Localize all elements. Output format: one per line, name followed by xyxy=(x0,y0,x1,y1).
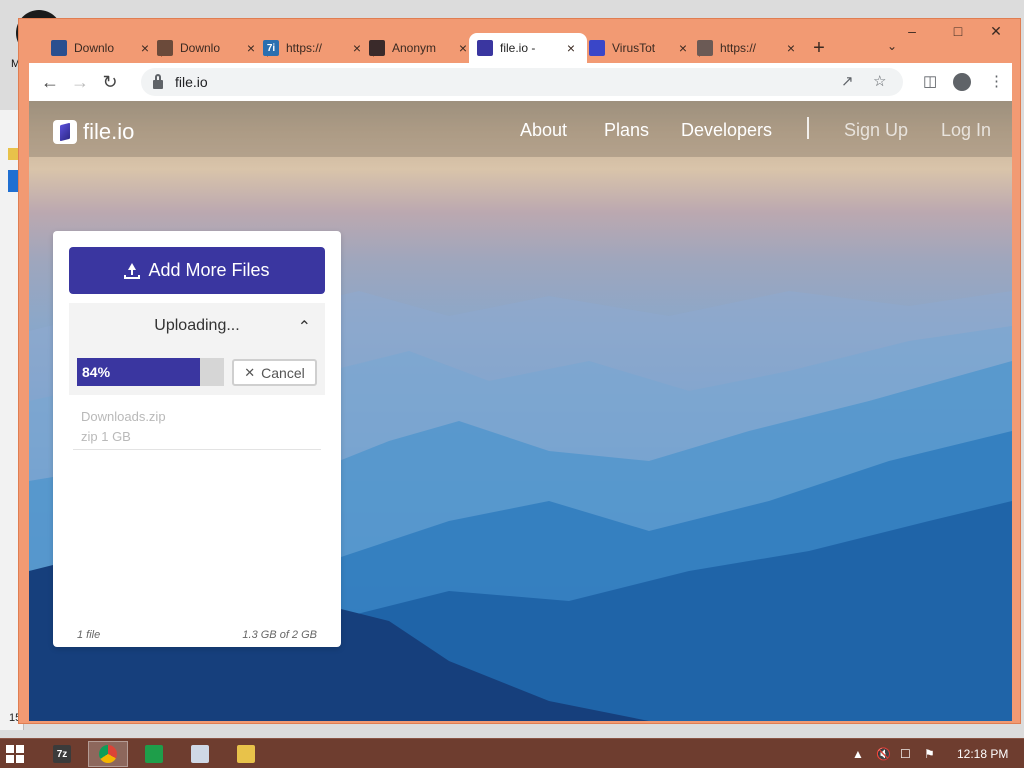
tab-title: https:// xyxy=(720,41,757,55)
tab-title: Downlo xyxy=(180,41,221,55)
upload-progress-bar: 84% xyxy=(77,358,224,386)
action-center-icon[interactable]: ⚑ xyxy=(924,747,935,761)
browser-toolbar: ← → ↻ file.io ↗ ☆ ◫ ⋮ xyxy=(29,63,1012,101)
windows-start-icon[interactable] xyxy=(6,745,24,763)
shield-app-taskbar-icon[interactable] xyxy=(134,741,174,767)
tab-title: VirusTot xyxy=(612,41,656,55)
site-header: file.io About Plans Developers Sign Up L… xyxy=(29,101,1012,157)
notepad-taskbar-icon[interactable] xyxy=(180,741,220,767)
tab-title: https:// xyxy=(286,41,323,55)
shield-app-glyph xyxy=(145,745,163,763)
browser-tab[interactable]: Downlo × xyxy=(43,33,161,63)
nav-developers-link[interactable]: Developers xyxy=(681,120,772,141)
file-count: 1 file xyxy=(77,629,101,641)
upload-icon xyxy=(124,262,141,279)
log-in-link[interactable]: Log In xyxy=(941,120,991,141)
back-arrow-icon[interactable]: ← xyxy=(35,72,65,93)
lock-icon xyxy=(153,73,163,89)
globe-icon xyxy=(697,40,713,56)
add-more-files-label: Add More Files xyxy=(148,260,270,280)
tray-overflow-icon[interactable]: ▲ xyxy=(852,747,864,761)
notepad-glyph xyxy=(191,745,209,763)
new-tab-button[interactable]: + xyxy=(809,37,829,60)
file-meta: zip 1 GB xyxy=(81,429,131,444)
nav-plans-link[interactable]: Plans xyxy=(604,120,649,141)
fileio-logo[interactable]: file.io xyxy=(53,119,134,145)
tab-close-icon[interactable]: × xyxy=(783,40,799,56)
download-page-icon xyxy=(51,40,67,56)
tab-title: file.io - xyxy=(500,41,536,55)
browser-tab[interactable]: Anonym × xyxy=(361,33,479,63)
reload-icon[interactable]: ↻ xyxy=(95,72,125,93)
7zip-glyph: 7z xyxy=(53,745,71,763)
7zip-taskbar-icon[interactable]: 7z xyxy=(42,741,82,767)
browser-window: + ⌄ – □ ✕ Downlo × Downlo × 7i https://× Anony… xyxy=(18,18,1021,724)
upload-status-text: Uploading... xyxy=(154,317,240,334)
7zip-icon: 7i xyxy=(263,40,279,56)
file-name: Downloads.zip xyxy=(81,409,166,424)
browser-tab[interactable]: Downlo × xyxy=(149,33,267,63)
tab-search-icon[interactable]: ⌄ xyxy=(887,39,897,53)
browser-tab[interactable]: 7i https://× xyxy=(255,33,373,63)
side-panel-icon[interactable]: ◫ xyxy=(923,72,937,90)
web-page: file.io About Plans Developers Sign Up L… xyxy=(29,101,1012,721)
nav-divider xyxy=(807,117,809,139)
tab-close-icon[interactable]: × xyxy=(563,40,579,56)
address-bar[interactable]: file.io ↗ ☆ xyxy=(141,68,903,96)
url-text: file.io xyxy=(175,74,208,90)
fileio-logo-icon xyxy=(53,120,77,144)
forward-arrow-icon[interactable]: → xyxy=(65,72,95,93)
clock[interactable]: 12:18 PM xyxy=(957,747,1008,761)
profile-icon[interactable] xyxy=(953,73,971,91)
chrome-glyph xyxy=(99,745,117,763)
browser-tab[interactable]: https:// × xyxy=(689,33,807,63)
upload-panel: Add More Files Uploading... ⌃ 84% ✕ Canc… xyxy=(53,231,341,647)
cancel-upload-button[interactable]: ✕ Cancel xyxy=(232,359,317,386)
browser-tab[interactable]: file.io - × xyxy=(469,33,587,63)
maximize-button[interactable]: □ xyxy=(943,23,973,39)
close-window-button[interactable]: ✕ xyxy=(981,23,1011,40)
minimize-button[interactable]: – xyxy=(897,23,927,39)
logo-text: file.io xyxy=(83,119,135,144)
sign-up-link[interactable]: Sign Up xyxy=(844,120,908,141)
tab-strip: + ⌄ – □ ✕ Downlo × Downlo × 7i https://× Anony… xyxy=(19,19,1020,63)
add-more-files-button[interactable]: Add More Files xyxy=(69,247,325,294)
tab-title: Anonym xyxy=(392,41,437,55)
file-divider xyxy=(73,449,321,450)
storage-usage: 1.3 GB of 2 GB xyxy=(242,629,317,641)
network-icon[interactable]: ☐ xyxy=(900,747,911,761)
cancel-label: Cancel xyxy=(261,364,305,381)
menu-kebab-icon[interactable]: ⋮ xyxy=(989,72,1004,90)
taskbar: 7z ▲ 🔇 ☐ ⚑ 12:18 PM xyxy=(0,738,1024,768)
anonymous-icon xyxy=(369,40,385,56)
bookmark-star-icon[interactable]: ☆ xyxy=(873,72,886,90)
chevron-up-icon[interactable]: ⌃ xyxy=(298,317,311,337)
nav-about-link[interactable]: About xyxy=(520,120,567,141)
upload-status-box: Uploading... ⌃ 84% ✕ Cancel xyxy=(69,303,325,395)
tab-title: Downlo xyxy=(74,41,115,55)
share-icon[interactable]: ↗ xyxy=(841,72,854,90)
chrome-taskbar-icon[interactable] xyxy=(88,741,128,767)
download-arrow-icon xyxy=(157,40,173,56)
volume-muted-icon[interactable]: 🔇 xyxy=(876,747,891,761)
file-explorer-taskbar-icon[interactable] xyxy=(226,741,266,767)
browser-tab[interactable]: VirusTot × xyxy=(581,33,699,63)
progress-percent: 84% xyxy=(82,364,111,380)
file-explorer-glyph xyxy=(237,745,255,763)
close-icon: ✕ xyxy=(244,364,256,380)
fileio-icon xyxy=(477,40,493,56)
virustotal-icon xyxy=(589,40,605,56)
